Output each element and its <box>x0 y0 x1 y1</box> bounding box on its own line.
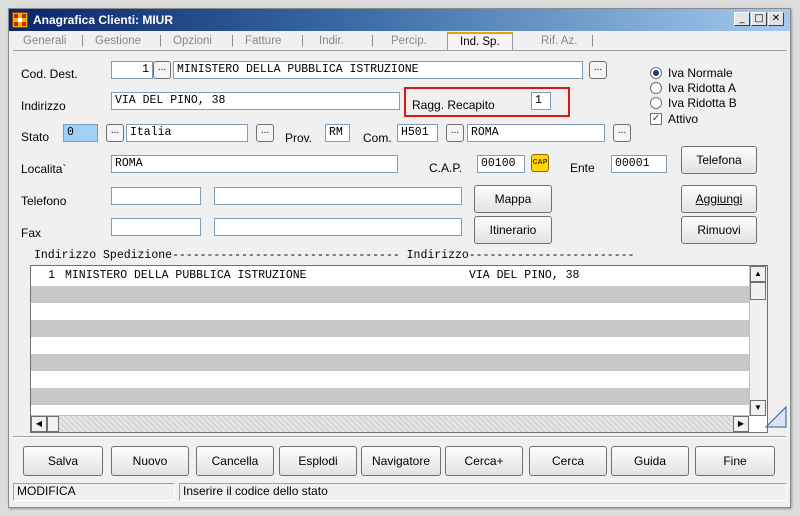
cerca-plus-button[interactable]: Cerca+ <box>445 446 523 476</box>
fax-number-field[interactable] <box>214 218 462 236</box>
tab-opzioni[interactable]: Opzioni <box>173 33 212 51</box>
table-row-empty[interactable] <box>31 320 749 337</box>
scroll-up-arrow-icon[interactable]: ▲ <box>750 266 766 282</box>
tab-fatture[interactable]: Fatture <box>245 33 281 51</box>
tab-percip[interactable]: Percip. <box>391 33 427 51</box>
telefona-button[interactable]: Telefona <box>681 146 757 174</box>
com-name-lookup-button[interactable]: ... <box>613 124 631 142</box>
row-address: VIA DEL PINO, 38 <box>469 269 580 282</box>
window-title: Anagrafica Clienti: MIUR <box>33 13 174 27</box>
scroll-right-arrow-icon[interactable]: ▶ <box>733 416 749 432</box>
cerca-button[interactable]: Cerca <box>529 446 607 476</box>
com-name-field[interactable]: ROMA <box>467 124 605 142</box>
rimuovi-button[interactable]: Rimuovi <box>681 216 757 244</box>
maximize-button[interactable]: □ <box>751 12 767 26</box>
h-scroll-thumb[interactable] <box>47 416 59 432</box>
scroll-left-arrow-icon[interactable]: ◀ <box>31 416 47 432</box>
tab-indir[interactable]: Indir. <box>319 33 344 51</box>
com-lookup-button[interactable]: ... <box>446 124 464 142</box>
com-label: Com. <box>363 131 392 145</box>
stato-name-field[interactable]: Italia <box>126 124 248 142</box>
table-row-empty[interactable] <box>31 354 749 371</box>
iva-normale-radio[interactable] <box>650 67 662 79</box>
aggiungi-label: Aggiungi <box>695 192 743 206</box>
fax-prefix-field[interactable] <box>111 218 201 236</box>
tab-generali[interactable]: Generali <box>23 33 66 51</box>
tab-ind-sp[interactable]: Ind. Sp. <box>447 32 513 51</box>
cap-field[interactable]: 00100 <box>477 155 525 173</box>
localita-label: Localita` <box>21 162 67 176</box>
ente-label: Ente <box>570 161 595 175</box>
ente-field[interactable]: 00001 <box>611 155 667 173</box>
iva-ridotta-a-label: Iva Ridotta A <box>668 81 737 95</box>
nuovo-button[interactable]: Nuovo <box>111 446 189 476</box>
ragg-recapito-label: Ragg. Recapito <box>412 98 495 112</box>
indirizzo-label: Indirizzo <box>21 99 66 113</box>
iva-ridotta-b-label: Iva Ridotta B <box>668 96 737 110</box>
localita-field[interactable]: ROMA <box>111 155 398 173</box>
cap-lookup-icon[interactable]: CAP <box>531 154 549 172</box>
row-name: MINISTERO DELLA PUBBLICA ISTRUZIONE <box>65 269 307 282</box>
guida-button[interactable]: Guida <box>611 446 689 476</box>
list-header: Indirizzo Spedizione--------------------… <box>34 249 635 262</box>
minimize-button[interactable]: _ <box>734 12 750 26</box>
shipping-address-list[interactable]: 1 MINISTERO DELLA PUBBLICA ISTRUZIONE VI… <box>30 265 768 433</box>
vertical-scrollbar[interactable]: ▲ ▼ <box>749 266 767 416</box>
prov-label: Prov. <box>285 131 313 145</box>
telefono-prefix-field[interactable] <box>111 187 201 205</box>
cod-dest-field[interactable]: 1 <box>111 61 153 79</box>
ragg-recapito-field[interactable]: 1 <box>531 92 551 110</box>
aggiungi-button[interactable]: Aggiungi <box>681 185 757 213</box>
table-row-empty[interactable] <box>31 286 749 303</box>
main-window: Anagrafica Clienti: MIUR _ □ ✕ Generali … <box>8 8 791 508</box>
iva-normale-label: Iva Normale <box>668 66 733 80</box>
cap-label: C.A.P. <box>429 161 463 175</box>
stato-label: Stato <box>21 130 50 144</box>
indirizzo-field[interactable]: VIA DEL PINO, 38 <box>111 92 400 110</box>
attivo-label: Attivo <box>668 112 699 126</box>
tab-gestione[interactable]: Gestione <box>95 33 141 51</box>
horizontal-scrollbar[interactable]: ◀ ▶ <box>31 415 749 432</box>
tab-rif-az[interactable]: Rif. Az. <box>541 33 577 51</box>
status-mode: MODIFICA <box>13 483 175 501</box>
fax-label: Fax <box>21 226 42 240</box>
iva-ridotta-a-radio[interactable] <box>650 82 662 94</box>
stato-lookup-button[interactable]: ... <box>106 124 124 142</box>
stato-code-field[interactable]: 0 <box>63 124 98 142</box>
status-hint: Inserire il codice dello stato <box>179 483 787 501</box>
resize-grip-icon[interactable] <box>764 405 788 429</box>
esplodi-button[interactable]: Esplodi <box>279 446 357 476</box>
iva-ridotta-b-radio[interactable] <box>650 97 662 109</box>
app-grid-icon <box>12 12 28 28</box>
title-bar[interactable]: Anagrafica Clienti: MIUR _ □ ✕ <box>9 9 790 31</box>
fine-button[interactable]: Fine <box>695 446 775 476</box>
mappa-button[interactable]: Mappa <box>474 185 552 213</box>
com-code-field[interactable]: H501 <box>397 124 438 142</box>
row-number: 1 <box>48 269 55 282</box>
cod-dest-name-field[interactable]: MINISTERO DELLA PUBBLICA ISTRUZIONE <box>173 61 583 79</box>
cod-dest-lookup-button[interactable]: ... <box>153 61 171 79</box>
itinerario-button[interactable]: Itinerario <box>474 216 552 244</box>
scroll-thumb[interactable] <box>750 282 766 300</box>
close-button[interactable]: ✕ <box>768 12 784 26</box>
telefono-label: Telefono <box>21 194 67 208</box>
prov-field[interactable]: RM <box>325 124 350 142</box>
stato-name-lookup-button[interactable]: ... <box>256 124 274 142</box>
attivo-checkbox[interactable]: ✓ <box>650 113 662 125</box>
cancella-button[interactable]: Cancella <box>196 446 274 476</box>
table-row[interactable]: 1 MINISTERO DELLA PUBBLICA ISTRUZIONE VI… <box>31 268 749 285</box>
cod-dest-label: Cod. Dest. <box>21 67 78 81</box>
salva-button[interactable]: Salva <box>23 446 103 476</box>
telefono-number-field[interactable] <box>214 187 462 205</box>
navigatore-button[interactable]: Navigatore <box>361 446 441 476</box>
cod-dest-name-lookup-button[interactable]: ... <box>589 61 607 79</box>
tab-strip: Generali | Gestione | Opzioni | Fatture … <box>21 32 791 51</box>
table-row-empty[interactable] <box>31 388 749 405</box>
